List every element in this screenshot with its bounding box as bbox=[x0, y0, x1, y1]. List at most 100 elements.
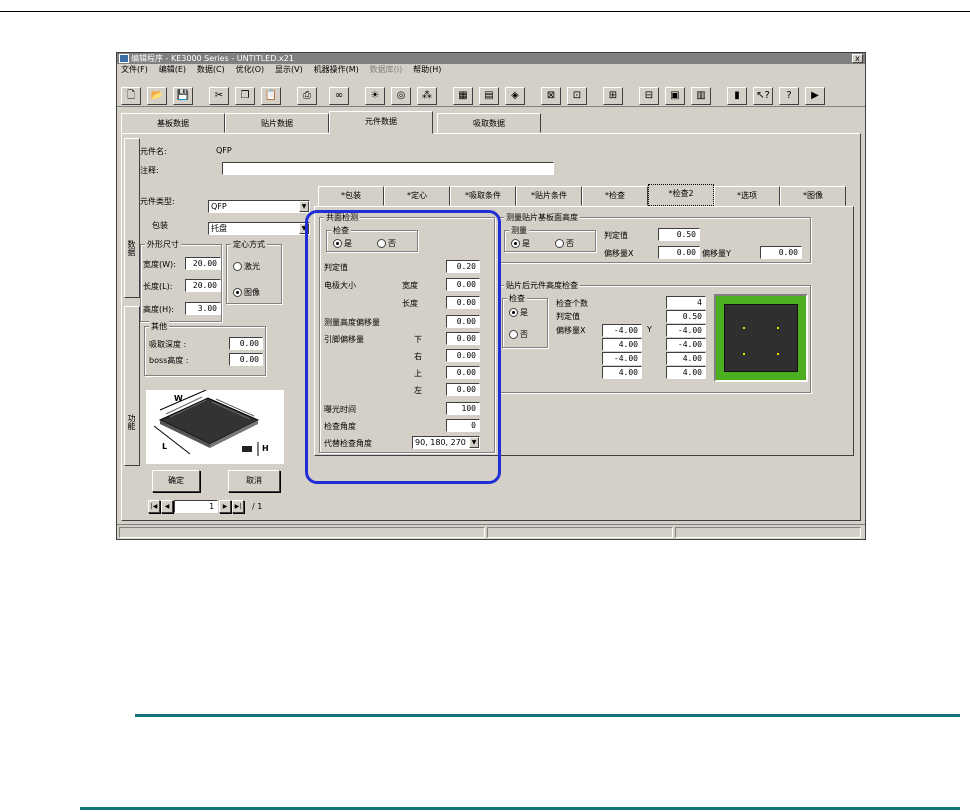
optimize-icon[interactable]: ∞ bbox=[329, 87, 349, 105]
print-icon[interactable]: ⎙ bbox=[297, 87, 317, 105]
menu-data[interactable]: 数据(C) bbox=[197, 64, 225, 76]
component-type-value: QFP bbox=[211, 202, 227, 211]
open-folder-icon[interactable]: 📂 bbox=[147, 87, 167, 105]
offset-y-1-input[interactable]: -4.00 bbox=[666, 324, 706, 337]
board-threshold-input[interactable]: 0.50 bbox=[658, 228, 700, 241]
offset-y-4-input[interactable]: 4.00 bbox=[666, 366, 706, 379]
offset-x-2-input[interactable]: 4.00 bbox=[602, 338, 642, 351]
first-record-button[interactable]: |◀ bbox=[148, 500, 160, 513]
record-number-input[interactable]: 1 bbox=[174, 500, 218, 513]
height-label: 高度(H): bbox=[143, 305, 174, 314]
subtab-pick-condition[interactable]: *吸取条件 bbox=[450, 186, 516, 206]
check-icon[interactable]: ⊡ bbox=[567, 87, 587, 105]
context-help-icon[interactable]: ↖? bbox=[753, 87, 773, 105]
chevron-down-icon[interactable]: ▼ bbox=[299, 201, 309, 212]
menu-database: 数据库(I) bbox=[369, 65, 403, 74]
subtab-centering[interactable]: *定心 bbox=[384, 186, 450, 206]
next-record-button[interactable]: ▶ bbox=[219, 500, 231, 513]
board-offset-y-input[interactable]: 0.00 bbox=[760, 246, 802, 259]
subtab-options[interactable]: *选项 bbox=[714, 186, 780, 206]
tab-pick-data[interactable]: 吸取数据 bbox=[437, 113, 541, 133]
feeder-icon[interactable]: ▤ bbox=[479, 87, 499, 105]
sub-tabs: *包装 *定心 *吸取条件 *贴片条件 *检查 *检查2 *选项 *图像 bbox=[318, 184, 852, 206]
menu-machine[interactable]: 机器操作(M) bbox=[314, 64, 359, 76]
cut-icon[interactable]: ✂ bbox=[209, 87, 229, 105]
preview-point-1 bbox=[743, 327, 745, 329]
centering-title: 定心方式 bbox=[231, 239, 267, 250]
menu-file[interactable]: 文件(F) bbox=[121, 64, 148, 76]
component-name-value: QFP bbox=[216, 146, 232, 155]
component-type-select[interactable]: QFP ▼ bbox=[208, 200, 310, 213]
nozzle-icon[interactable]: ◈ bbox=[505, 87, 525, 105]
vtab-function[interactable]: 功能 bbox=[124, 306, 140, 466]
width-input[interactable]: 20.00 bbox=[185, 257, 221, 270]
offset-y-2-input[interactable]: -4.00 bbox=[666, 338, 706, 351]
menu-optimize[interactable]: 优化(O) bbox=[236, 64, 265, 76]
help-icon[interactable]: ? bbox=[779, 87, 799, 105]
prev-record-button[interactable]: ◀ bbox=[161, 500, 173, 513]
subtab-inspection[interactable]: *检查 bbox=[582, 186, 648, 206]
main-tabs: 基板数据 贴片数据 元件数据 吸取数据 bbox=[121, 111, 861, 134]
save-icon[interactable]: 💾 bbox=[173, 87, 193, 105]
mark-icon[interactable]: ⊟ bbox=[639, 87, 659, 105]
centering-group: 定心方式 激光 图像 bbox=[226, 239, 282, 304]
pick-depth-input[interactable]: 0.00 bbox=[229, 337, 263, 350]
offset-y-3-input[interactable]: 4.00 bbox=[666, 352, 706, 365]
preview-chip bbox=[724, 304, 798, 372]
board-measure-no-radio[interactable]: 否 bbox=[555, 238, 574, 249]
board-height-title: 测量贴片基板面高度 bbox=[504, 212, 580, 223]
align-icon[interactable]: ⊞ bbox=[603, 87, 623, 105]
board-offset-x-input[interactable]: 0.00 bbox=[658, 246, 700, 259]
boss-height-input[interactable]: 0.00 bbox=[229, 353, 263, 366]
exit-icon[interactable]: ▶ bbox=[805, 87, 825, 105]
group-icon[interactable]: ⁂ bbox=[417, 87, 437, 105]
board-height-group: 测量贴片基板面高度 测量 是 否 判定值 0.50 偏移量X 0.00 偏移量Y… bbox=[499, 212, 811, 263]
ok-button[interactable]: 确定 bbox=[152, 470, 200, 492]
board-icon[interactable]: ▦ bbox=[453, 87, 473, 105]
new-file-icon[interactable]: 🗋 bbox=[121, 87, 141, 105]
barcode-icon[interactable]: ▥ bbox=[691, 87, 711, 105]
subtab-image[interactable]: *图像 bbox=[780, 186, 846, 206]
post-threshold-input[interactable]: 0.50 bbox=[666, 310, 706, 323]
check-count-input[interactable]: 4 bbox=[666, 296, 706, 309]
pack-select[interactable]: 托盘 ▼ bbox=[208, 222, 310, 235]
vtab-data[interactable]: 数据 bbox=[124, 138, 140, 298]
tab-placement-data[interactable]: 贴片数据 bbox=[225, 113, 329, 133]
menu-view[interactable]: 显示(V) bbox=[275, 64, 303, 76]
height-input[interactable]: 3.00 bbox=[185, 302, 221, 315]
tab-component-data[interactable]: 元件数据 bbox=[329, 111, 433, 134]
board-threshold-label: 判定值 bbox=[604, 231, 628, 240]
record-total: / 1 bbox=[252, 502, 263, 511]
post-check-no-radio[interactable]: 否 bbox=[509, 329, 528, 340]
offset-x-4-input[interactable]: 4.00 bbox=[602, 366, 642, 379]
comment-input[interactable] bbox=[222, 162, 554, 175]
tab-board-data[interactable]: 基板数据 bbox=[121, 113, 225, 133]
component-name-label: 元件名: bbox=[140, 147, 167, 156]
length-label: 长度(L): bbox=[143, 282, 173, 291]
centering-laser-radio[interactable]: 激光 bbox=[233, 261, 260, 272]
menu-help[interactable]: 帮助(H) bbox=[413, 64, 441, 76]
length-input[interactable]: 20.00 bbox=[185, 279, 221, 292]
board-measure-yes-radio[interactable]: 是 bbox=[511, 238, 530, 249]
light-bulb-icon[interactable]: ☀ bbox=[365, 87, 385, 105]
cancel-button[interactable]: 取消 bbox=[228, 470, 280, 492]
offset-x-3-input[interactable]: -4.00 bbox=[602, 352, 642, 365]
post-check-yes-radio[interactable]: 是 bbox=[509, 307, 528, 318]
offset-x-1-input[interactable]: -4.00 bbox=[602, 324, 642, 337]
paste-icon[interactable]: 📋 bbox=[261, 87, 281, 105]
pack-label: 包装 bbox=[152, 221, 168, 230]
close-button[interactable]: x bbox=[852, 54, 863, 63]
post-height-group: 贴片后元件高度检查 检查 是 否 检查个数 4 判定值 0.50 偏移量X Y … bbox=[499, 280, 811, 393]
menu-edit[interactable]: 编辑(E) bbox=[159, 64, 186, 76]
subtab-inspection2[interactable]: *检查2 bbox=[648, 184, 714, 206]
component-icon[interactable]: ◎ bbox=[391, 87, 411, 105]
book-icon[interactable]: ▮ bbox=[727, 87, 747, 105]
tray-icon[interactable]: ▣ bbox=[665, 87, 685, 105]
subtab-package[interactable]: *包装 bbox=[318, 186, 384, 206]
app-icon bbox=[119, 54, 129, 63]
copy-icon[interactable]: ❐ bbox=[235, 87, 255, 105]
centering-image-radio[interactable]: 图像 bbox=[233, 287, 260, 298]
placement-icon[interactable]: ⊠ bbox=[541, 87, 561, 105]
last-record-button[interactable]: ▶| bbox=[232, 500, 244, 513]
subtab-place-condition[interactable]: *贴片条件 bbox=[516, 186, 582, 206]
